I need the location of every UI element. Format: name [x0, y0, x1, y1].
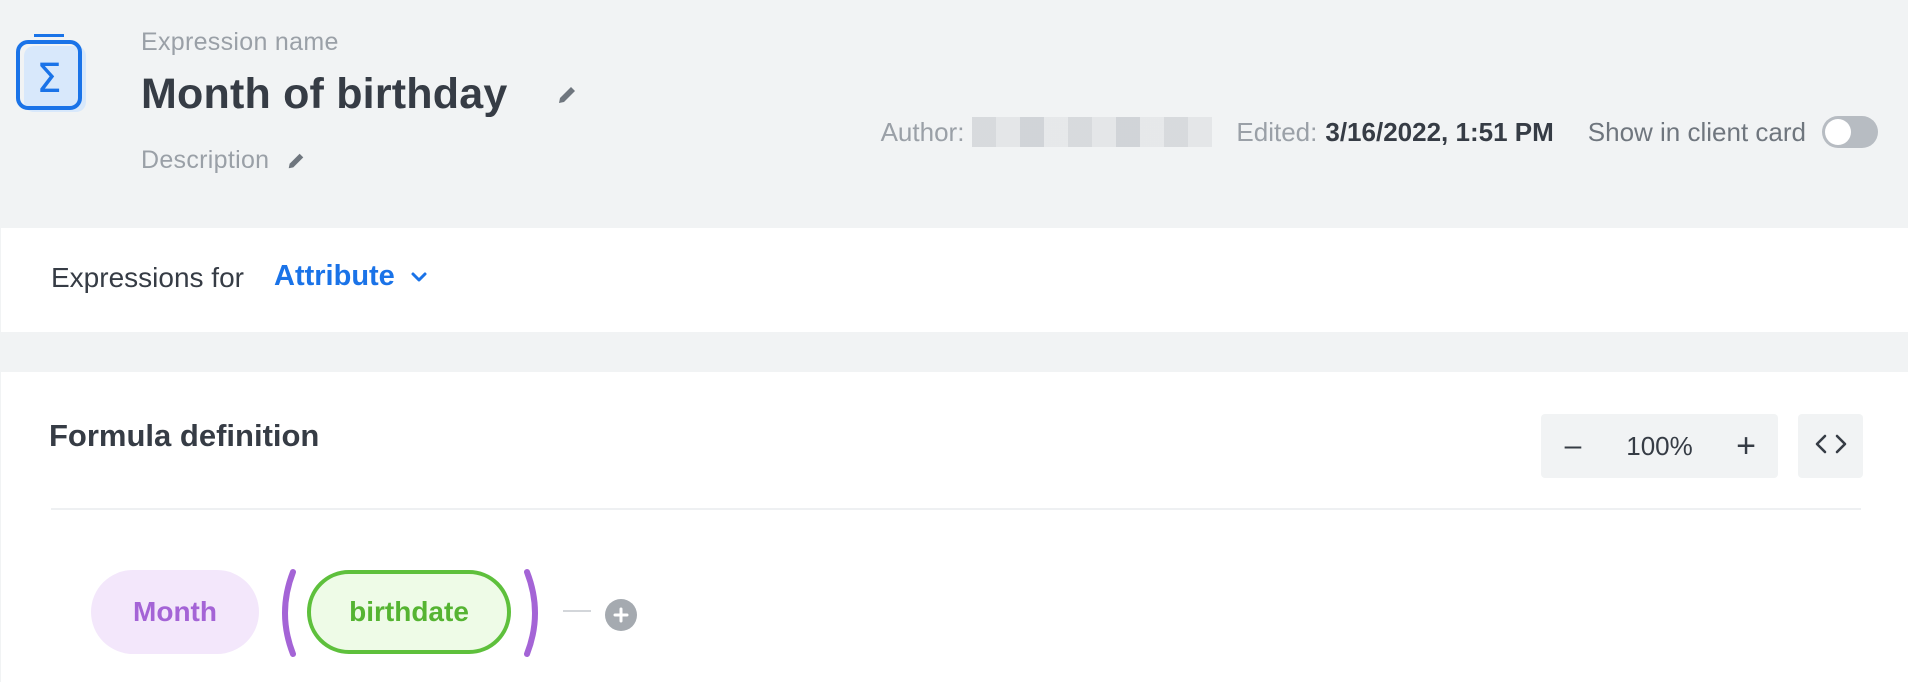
expressions-for-selected[interactable]: Attribute [274, 260, 395, 293]
zoom-in-button[interactable]: + [1714, 414, 1778, 478]
formula-definition-panel: Formula definition – 100% + Month birthd… [1, 372, 1908, 682]
expressions-for-dropdown[interactable]: Attribute [274, 260, 429, 293]
plus-icon[interactable]: + [1736, 427, 1756, 466]
edited-timestamp: 3/16/2022, 1:51 PM [1325, 116, 1554, 147]
code-icon[interactable] [1814, 432, 1848, 461]
description-row[interactable]: Description [141, 146, 309, 175]
edit-description-pencil-icon[interactable] [283, 148, 309, 174]
edit-title-pencil-icon[interactable] [551, 79, 583, 111]
argument-node[interactable]: birthdate [307, 570, 511, 654]
toggle-knob [1825, 119, 1851, 145]
description-label[interactable]: Description [141, 146, 269, 175]
author-label: Author: [880, 116, 965, 147]
chevron-down-icon[interactable] [409, 267, 429, 287]
zoom-out-button[interactable]: – [1541, 414, 1605, 478]
expression-header: Σ Expression name Month of birthday Desc… [0, 0, 1908, 228]
code-view-button[interactable] [1798, 414, 1863, 478]
node-connector [563, 610, 591, 612]
expressions-for-label: Expressions for [51, 262, 244, 293]
show-in-client-card-toggle[interactable] [1822, 116, 1878, 148]
edited-label: Edited: [1236, 116, 1318, 147]
minus-icon[interactable]: – [1565, 429, 1582, 463]
left-parenthesis [271, 568, 301, 658]
author-name-redacted [972, 117, 1213, 147]
zoom-control: – 100% + [1541, 414, 1778, 478]
expression-title: Month of birthday [141, 70, 508, 118]
svg-text:Σ: Σ [36, 56, 61, 102]
formula-divider [51, 508, 1861, 510]
show-in-client-card-label: Show in client card [1587, 116, 1806, 147]
expressions-for-bar: Expressions for Attribute [1, 228, 1908, 332]
formula-canvas: Month birthdate [91, 568, 691, 658]
zoom-level: 100% [1626, 430, 1693, 461]
expression-meta: Author: Edited: 3/16/2022, 1:51 PM Show … [881, 112, 1878, 152]
expression-name-label: Expression name [141, 28, 339, 56]
right-parenthesis [519, 568, 549, 658]
plus-circle-icon[interactable] [605, 599, 637, 631]
title-row: Month of birthday [141, 70, 583, 119]
formula-definition-title: Formula definition [49, 418, 320, 453]
sigma-icon: Σ [16, 33, 92, 122]
function-node[interactable]: Month [91, 570, 259, 654]
